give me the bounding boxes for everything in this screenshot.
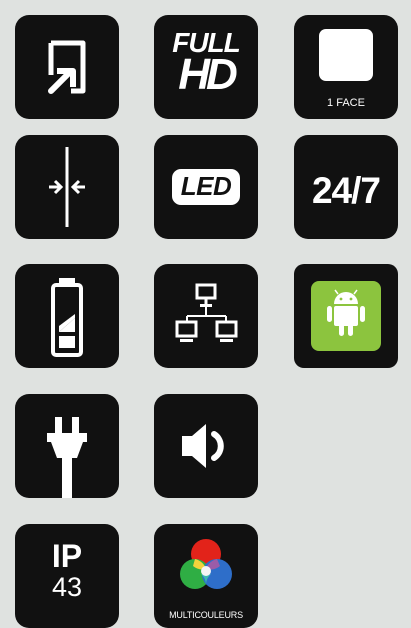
24-7-label: 24/7	[311, 170, 381, 211]
one-face-label: 1 FACE	[327, 97, 365, 109]
network-tile	[154, 264, 258, 368]
multicolor-tile: MULTICOULEURS	[154, 524, 258, 628]
ip-number: 43	[51, 572, 83, 602]
sound-tile	[154, 394, 258, 498]
power-tile	[15, 394, 119, 498]
ip-rating-tile: IP 43	[15, 524, 119, 628]
24-7-tile: 24/7	[294, 135, 398, 239]
ip-label: IP	[51, 538, 83, 574]
multicolor-label: MULTICOULEURS	[169, 610, 243, 620]
android-tile	[294, 264, 398, 368]
thin-profile-tile	[15, 135, 119, 239]
hd-label: HD	[178, 50, 238, 99]
battery-tile	[15, 264, 119, 368]
speaker-icon	[182, 424, 224, 468]
touch-screen-icon	[48, 40, 86, 94]
touch-screen-tile	[15, 15, 119, 119]
android-icon	[311, 281, 381, 351]
full-hd-tile: FULL HD	[154, 15, 258, 119]
led-label: LED	[180, 171, 232, 201]
network-icon	[175, 283, 238, 342]
battery-icon	[51, 278, 83, 357]
thin-profile-icon	[49, 147, 85, 227]
one-face-tile: 1 FACE	[294, 15, 398, 119]
led-tile: LED	[154, 135, 258, 239]
power-plug-icon	[47, 417, 87, 498]
